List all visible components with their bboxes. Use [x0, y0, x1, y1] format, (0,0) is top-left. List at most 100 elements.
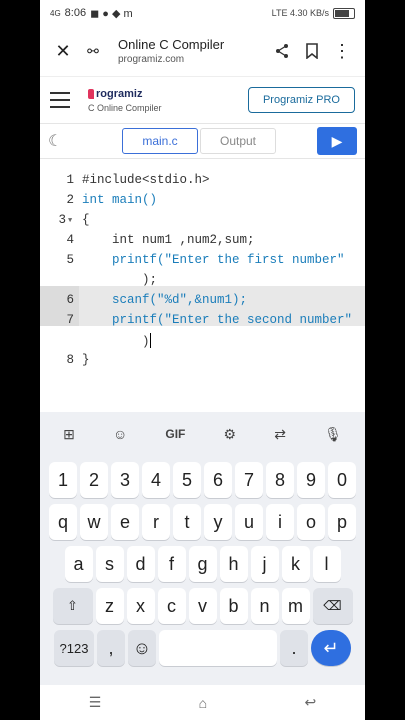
line-number: 6	[66, 293, 74, 307]
code-text: )	[82, 335, 150, 349]
period-key[interactable]: .	[280, 630, 308, 666]
code-text: int main()	[82, 193, 158, 207]
menu-nav-icon[interactable]: ☰	[89, 694, 102, 711]
mic-icon[interactable]: 🎙	[324, 426, 342, 443]
code-line: #include<stdio.h>	[82, 173, 210, 187]
key[interactable]: e	[111, 504, 139, 540]
run-button[interactable]: ▶	[317, 127, 357, 155]
code-editor[interactable]: 1 #include<stdio.h> 2 int main() 3 ▼ { 4…	[40, 159, 365, 409]
key[interactable]: o	[297, 504, 325, 540]
backspace-key[interactable]: ⌫	[312, 588, 353, 624]
key[interactable]: k	[281, 546, 310, 582]
key[interactable]: u	[235, 504, 263, 540]
key[interactable]: 5	[173, 462, 201, 498]
space-key[interactable]	[159, 630, 277, 666]
key[interactable]: z	[95, 588, 124, 624]
comma-key[interactable]: ,	[97, 630, 125, 666]
page-title: Online C Compiler	[118, 37, 225, 52]
site-header: rogramiz C Online Compiler Programiz PRO	[40, 77, 365, 124]
menu-icon[interactable]	[50, 92, 70, 108]
code-text: int num1 ,num2,sum;	[82, 233, 255, 247]
keyboard-toolbar: ⊞ ☺ GIF ⚙ ⇄ 🎙	[40, 412, 365, 456]
back-nav-icon[interactable]: ↩	[305, 694, 317, 711]
code-line: );	[82, 273, 157, 287]
key[interactable]: w	[80, 504, 108, 540]
line-number: 1	[66, 173, 74, 187]
line-number: 7	[66, 313, 74, 327]
close-icon[interactable]: ✕	[48, 36, 78, 66]
key[interactable]: s	[95, 546, 124, 582]
number-row: 1 2 3 4 5 6 7 8 9 0	[40, 462, 365, 498]
key[interactable]: v	[188, 588, 217, 624]
more-icon[interactable]: ⋮	[327, 36, 357, 66]
translate-icon[interactable]: ⇄	[274, 426, 286, 443]
code-text: #include<stdio.h>	[82, 173, 210, 187]
key[interactable]: 7	[235, 462, 263, 498]
key[interactable]: n	[250, 588, 279, 624]
key[interactable]: 1	[49, 462, 77, 498]
code-text: );	[82, 273, 158, 287]
key[interactable]: 2	[80, 462, 108, 498]
code-line: scanf("%d",&num1);	[82, 293, 247, 307]
browser-bar: ✕ ⚯ Online C Compiler programiz.com ⋮	[40, 26, 365, 77]
letter-row-2: a s d f g h j k l	[40, 546, 365, 582]
key[interactable]: g	[188, 546, 217, 582]
key[interactable]: 4	[142, 462, 170, 498]
home-nav-icon[interactable]: ⌂	[199, 695, 207, 711]
page-title-area[interactable]: Online C Compiler programiz.com	[118, 37, 267, 65]
key[interactable]: d	[126, 546, 155, 582]
network-label: 4G	[50, 8, 61, 18]
line-number: 4	[66, 233, 74, 247]
grid-icon[interactable]: ⊞	[63, 426, 75, 443]
key[interactable]: q	[49, 504, 77, 540]
key[interactable]: 8	[266, 462, 294, 498]
tab-output[interactable]: Output	[200, 128, 276, 154]
key[interactable]: c	[157, 588, 186, 624]
emoji-key[interactable]: ☺	[128, 630, 156, 666]
key[interactable]: a	[64, 546, 93, 582]
fold-arrow-icon[interactable]: ▼	[68, 217, 72, 225]
symbols-key[interactable]: ?123	[54, 630, 94, 666]
programiz-pro-button[interactable]: Programiz PRO	[247, 87, 355, 113]
key[interactable]: x	[126, 588, 155, 624]
key[interactable]: 3	[111, 462, 139, 498]
moon-icon[interactable]: ☾	[48, 131, 70, 151]
key[interactable]: i	[266, 504, 294, 540]
enter-icon: ↵	[323, 637, 339, 658]
shift-icon: ⇧	[67, 598, 78, 613]
key[interactable]: t	[173, 504, 201, 540]
key[interactable]: h	[219, 546, 248, 582]
phone-screen: 4G 8:06 ◼ ● ◆ m LTE 4.30 KB/s ✕ ⚯ Online…	[40, 0, 365, 720]
emoji-icon: ☺	[132, 637, 152, 658]
key[interactable]: 6	[204, 462, 232, 498]
key[interactable]: b	[219, 588, 248, 624]
gear-icon[interactable]: ⚙	[224, 426, 237, 443]
backspace-icon: ⌫	[323, 598, 342, 613]
share-icon[interactable]	[267, 36, 297, 66]
key[interactable]: j	[250, 546, 279, 582]
code-text: }	[82, 353, 90, 367]
tab-main-c[interactable]: main.c	[122, 128, 198, 154]
line-number: 5	[66, 253, 74, 267]
code-line: int num1 ,num2,sum;	[82, 233, 255, 247]
site-subtitle: C Online Compiler	[88, 102, 162, 113]
key[interactable]: y	[204, 504, 232, 540]
bookmark-icon[interactable]	[297, 36, 327, 66]
key[interactable]: 0	[328, 462, 356, 498]
tune-icon[interactable]: ⚯	[78, 36, 108, 66]
code-line: {	[82, 213, 90, 227]
net-speed: LTE 4.30 KB/s	[271, 8, 329, 18]
battery-icon	[333, 7, 355, 19]
key[interactable]: r	[142, 504, 170, 540]
key[interactable]: l	[312, 546, 341, 582]
key[interactable]: 9	[297, 462, 325, 498]
logo[interactable]: rogramiz C Online Compiler	[88, 88, 162, 113]
enter-key[interactable]: ↵	[311, 630, 351, 666]
key[interactable]: f	[157, 546, 186, 582]
gif-button[interactable]: GIF	[165, 427, 185, 441]
shift-key[interactable]: ⇧	[52, 588, 93, 624]
key[interactable]: p	[328, 504, 356, 540]
sticker-icon[interactable]: ☺	[113, 426, 127, 442]
line-number: 8	[66, 353, 74, 367]
key[interactable]: m	[281, 588, 310, 624]
